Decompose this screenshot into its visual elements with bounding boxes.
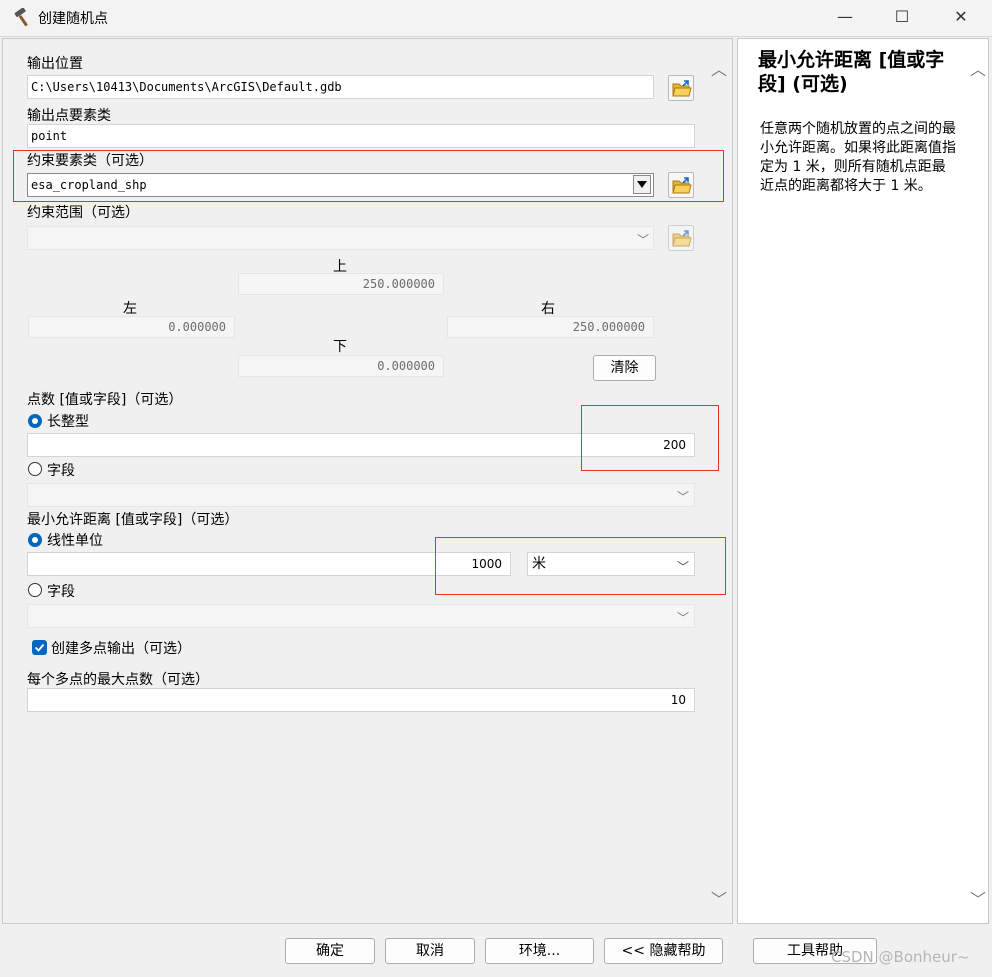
points-field-radio[interactable] bbox=[28, 462, 42, 476]
folder-open-icon bbox=[672, 230, 692, 247]
output-location-input[interactable]: C:\Users\10413\Documents\ArcGIS\Default.… bbox=[27, 75, 654, 99]
extent-top-input[interactable]: 250.000000 bbox=[238, 273, 444, 295]
extent-bottom-label: 下 bbox=[333, 339, 347, 355]
output-feature-class-input[interactable]: point bbox=[27, 124, 695, 148]
window-title: 创建随机点 bbox=[38, 11, 108, 27]
chevron-down-icon: ﹀ bbox=[637, 233, 650, 247]
extent-bottom-input[interactable]: 0.000000 bbox=[238, 355, 444, 377]
points-field-radio-label: 字段 bbox=[47, 463, 75, 479]
cancel-button[interactable]: 取消 bbox=[385, 938, 475, 964]
triangle-down-icon bbox=[637, 181, 647, 188]
hammer-icon bbox=[14, 8, 28, 27]
number-of-points-label: 点数 [值或字段]（可选） bbox=[27, 392, 183, 408]
folder-open-icon bbox=[672, 80, 692, 97]
distance-field-radio[interactable] bbox=[28, 583, 42, 597]
folder-open-icon bbox=[672, 177, 692, 194]
constraint-extent-label: 约束范围（可选） bbox=[27, 205, 139, 221]
clear-extent-button[interactable]: 清除 bbox=[593, 355, 656, 381]
constraint-features-label: 约束要素类（可选） bbox=[27, 153, 153, 169]
constraint-features-combobox[interactable]: esa_cropland_shp bbox=[27, 173, 654, 197]
linear-unit-radio[interactable] bbox=[28, 533, 42, 547]
hide-help-button[interactable]: << 隐藏帮助 bbox=[604, 938, 723, 964]
create-multipoint-label: 创建多点输出（可选） bbox=[51, 641, 191, 657]
browse-constraint-extent-button[interactable] bbox=[668, 225, 694, 251]
output-feature-class-label: 输出点要素类 bbox=[27, 108, 111, 124]
extent-right-label: 右 bbox=[541, 301, 555, 317]
scroll-down-icon[interactable]: ﹀ bbox=[711, 886, 727, 910]
watermark: CSDN @Bonheur~ bbox=[831, 948, 970, 966]
constraint-features-dropdown-button[interactable] bbox=[633, 175, 651, 194]
ok-button[interactable]: 确定 bbox=[285, 938, 375, 964]
extent-left-label: 左 bbox=[123, 301, 137, 317]
extent-right-input[interactable]: 250.000000 bbox=[447, 316, 654, 338]
points-field-combobox[interactable] bbox=[27, 483, 695, 507]
max-points-per-multipoint-input[interactable]: 10 bbox=[27, 688, 695, 712]
long-radio[interactable] bbox=[28, 414, 42, 428]
maximize-button[interactable]: ☐ bbox=[879, 0, 925, 34]
constraint-extent-combobox[interactable] bbox=[27, 226, 654, 250]
linear-unit-radio-label: 线性单位 bbox=[47, 533, 103, 549]
close-button[interactable]: ✕ bbox=[938, 0, 984, 34]
max-points-per-multipoint-label: 每个多点的最大点数（可选） bbox=[27, 672, 209, 688]
output-location-label: 输出位置 bbox=[27, 56, 83, 72]
highlight-box-point-count bbox=[581, 405, 719, 471]
extent-left-input[interactable]: 0.000000 bbox=[28, 316, 235, 338]
browse-output-location-button[interactable] bbox=[668, 75, 694, 101]
highlight-box-min-distance bbox=[435, 537, 726, 595]
long-radio-label: 长整型 bbox=[47, 414, 89, 430]
min-distance-label: 最小允许距离 [值或字段]（可选） bbox=[27, 512, 239, 528]
chevron-down-icon: ﹀ bbox=[677, 611, 690, 625]
distance-field-radio-label: 字段 bbox=[47, 584, 75, 600]
browse-constraint-features-button[interactable] bbox=[668, 172, 694, 198]
title-bar: 创建随机点 — ☐ ✕ bbox=[0, 0, 992, 37]
minimize-button[interactable]: — bbox=[822, 0, 868, 34]
environments-button[interactable]: 环境... bbox=[485, 938, 594, 964]
chevron-down-icon: ﹀ bbox=[677, 490, 690, 504]
create-multipoint-checkbox[interactable] bbox=[32, 640, 47, 655]
help-scroll-down-icon[interactable]: ﹀ bbox=[970, 886, 986, 910]
help-scroll-up-icon[interactable]: ︿ bbox=[970, 56, 986, 80]
scroll-up-icon[interactable]: ︿ bbox=[711, 56, 727, 80]
check-icon bbox=[34, 643, 45, 652]
distance-field-combobox[interactable] bbox=[27, 604, 695, 628]
help-body: 任意两个随机放置的点之间的最小允许距离。如果将此距离值指定为 1 米，则所有随机… bbox=[760, 121, 956, 194]
help-title: 最小允许距离 [值或字段] (可选) bbox=[758, 49, 945, 95]
